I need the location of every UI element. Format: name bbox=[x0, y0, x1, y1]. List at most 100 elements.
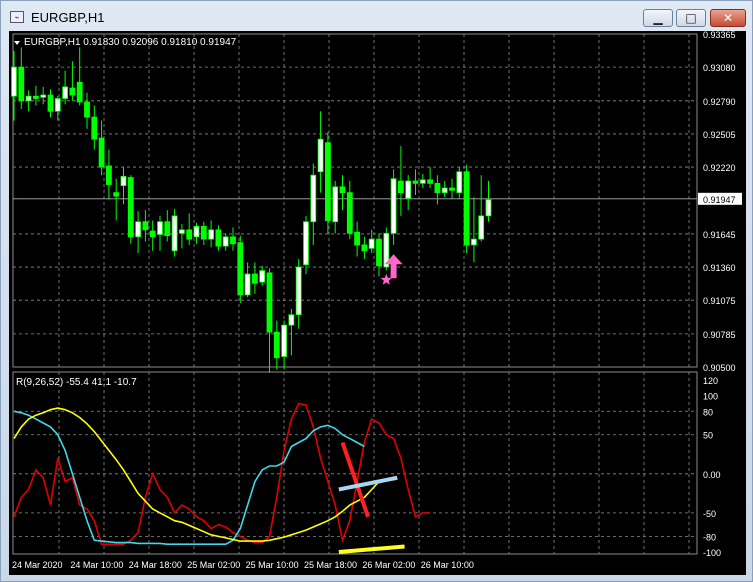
drawings[interactable] bbox=[338, 441, 405, 554]
candle-body bbox=[76, 81, 83, 103]
labels: EURGBP,H1 0.91830 0.92096 0.91810 0.9194… bbox=[14, 37, 237, 388]
candle-body bbox=[317, 138, 324, 173]
title-bar[interactable]: ⌁ EURGBP,H1 ▁ □ ✕ bbox=[1, 1, 752, 31]
candle-body bbox=[230, 236, 236, 245]
indicator-tick-label: -50 bbox=[703, 509, 716, 519]
candle-body bbox=[310, 174, 317, 223]
candle-body bbox=[91, 116, 98, 140]
candle-body bbox=[368, 238, 375, 249]
candle-body bbox=[208, 229, 215, 240]
price-tick-label: 0.93080 bbox=[703, 63, 736, 73]
indicator-tick-label: -100 bbox=[703, 548, 721, 558]
price-tick-label: 0.90500 bbox=[703, 363, 736, 373]
candle-body bbox=[32, 95, 39, 99]
price-tick-label: 0.93365 bbox=[703, 31, 736, 40]
indicator-tick-label: 80 bbox=[703, 407, 713, 417]
chart-window-icon[interactable]: ⌁ bbox=[10, 11, 24, 23]
candle-body bbox=[354, 231, 361, 246]
candle-body bbox=[405, 180, 412, 199]
candle-body bbox=[62, 86, 68, 99]
candle-body bbox=[157, 221, 163, 235]
price-tick-label: 0.92220 bbox=[703, 163, 736, 173]
price-tick-label: 0.91075 bbox=[703, 296, 736, 306]
indicator-line-cyan bbox=[13, 410, 365, 546]
chart-menu-icon[interactable] bbox=[14, 41, 20, 45]
candle-body bbox=[244, 273, 251, 296]
candle-body bbox=[361, 244, 368, 252]
time-axis-label: 25 Mar 10:00 bbox=[246, 560, 299, 570]
candle-body bbox=[186, 229, 193, 240]
yellow-trendline bbox=[338, 544, 405, 554]
chart-window: ⌁ EURGBP,H1 ▁ □ ✕ 0.93365 0.93080 0.92790 0… bbox=[0, 0, 753, 582]
candle-body bbox=[98, 137, 105, 168]
candle-body bbox=[346, 192, 353, 234]
price-chart[interactable] bbox=[11, 47, 698, 373]
time-axis-label: 25 Mar 02:00 bbox=[187, 560, 240, 570]
time-axis-label: 24 Mar 18:00 bbox=[129, 560, 182, 570]
candle-body bbox=[478, 215, 485, 240]
candle-body bbox=[288, 314, 295, 326]
candle-body bbox=[427, 179, 434, 184]
indicator-tick-label: 120 bbox=[703, 376, 718, 386]
candle-body bbox=[339, 186, 346, 194]
candle-body bbox=[397, 180, 404, 194]
candle-body bbox=[200, 225, 207, 240]
red-trendline bbox=[340, 441, 370, 518]
candle-body bbox=[40, 94, 47, 98]
candle-body bbox=[332, 186, 339, 223]
candle-body bbox=[171, 215, 178, 252]
maximize-button[interactable]: □ bbox=[676, 9, 706, 27]
candle-body bbox=[69, 87, 76, 96]
candle-body bbox=[470, 238, 477, 246]
candle-body bbox=[54, 98, 61, 112]
candle-body bbox=[142, 221, 149, 231]
time-axis-label: 25 Mar 18:00 bbox=[304, 560, 357, 570]
current-price-label: 0.91947 bbox=[703, 195, 736, 205]
price-tick-label: 0.92505 bbox=[703, 130, 736, 140]
candle-body bbox=[281, 324, 288, 357]
minimize-button[interactable]: ▁ bbox=[643, 9, 673, 27]
candle-body bbox=[390, 178, 397, 234]
price-tick-label: 0.92790 bbox=[703, 97, 736, 107]
candle-body bbox=[84, 101, 90, 118]
candle-body bbox=[47, 94, 54, 112]
candle-body bbox=[25, 95, 32, 102]
time-axis-label: 26 Mar 02:00 bbox=[362, 560, 415, 570]
lightblue-trendline bbox=[338, 475, 398, 492]
indicator-panel-border bbox=[12, 371, 698, 555]
price-tick-label: 0.91645 bbox=[703, 230, 736, 240]
price-tick-label: 0.91360 bbox=[703, 263, 736, 273]
candle-body bbox=[434, 182, 441, 194]
time-axis-label: 24 Mar 10:00 bbox=[70, 560, 123, 570]
candle-body bbox=[295, 266, 302, 316]
candle-body bbox=[456, 171, 463, 194]
candle-body bbox=[463, 171, 470, 246]
candle-body bbox=[251, 273, 258, 284]
candle-body bbox=[412, 180, 419, 184]
time-axis-label: 26 Mar 10:00 bbox=[421, 560, 474, 570]
candle-body bbox=[178, 229, 185, 234]
candle-body bbox=[11, 66, 17, 97]
window-title: EURGBP,H1 bbox=[31, 10, 105, 25]
candle-body bbox=[449, 187, 455, 191]
candle-body bbox=[164, 221, 171, 237]
indicator-tick-label: 100 bbox=[703, 392, 718, 402]
time-axis-label: 24 Mar 2020 bbox=[12, 560, 63, 570]
candle-body bbox=[18, 66, 25, 102]
candle-body bbox=[485, 199, 492, 217]
candle-body bbox=[120, 175, 127, 187]
candle-body bbox=[113, 192, 120, 197]
indicator-line-yellow bbox=[13, 407, 380, 542]
indicator-tick-label: 0.00 bbox=[703, 470, 721, 480]
chart-area[interactable]: 0.93365 0.93080 0.92790 0.92505 0.92220 0.916… bbox=[9, 30, 746, 575]
candle-body bbox=[222, 236, 229, 247]
price-chart-title: EURGBP,H1 0.91830 0.92096 0.91810 0.9194… bbox=[24, 37, 237, 48]
candle-body bbox=[266, 272, 273, 333]
chart-canvas[interactable]: 0.93365 0.93080 0.92790 0.92505 0.92220 0.916… bbox=[9, 30, 746, 575]
close-button[interactable]: ✕ bbox=[710, 9, 746, 27]
indicator-title: R(9,26,52) -55.4 41.1 -10.7 bbox=[16, 377, 137, 388]
candle-body bbox=[215, 229, 222, 247]
indicator-tick-label: -80 bbox=[703, 532, 716, 542]
candle-body bbox=[441, 187, 448, 194]
candle-body bbox=[193, 225, 200, 238]
